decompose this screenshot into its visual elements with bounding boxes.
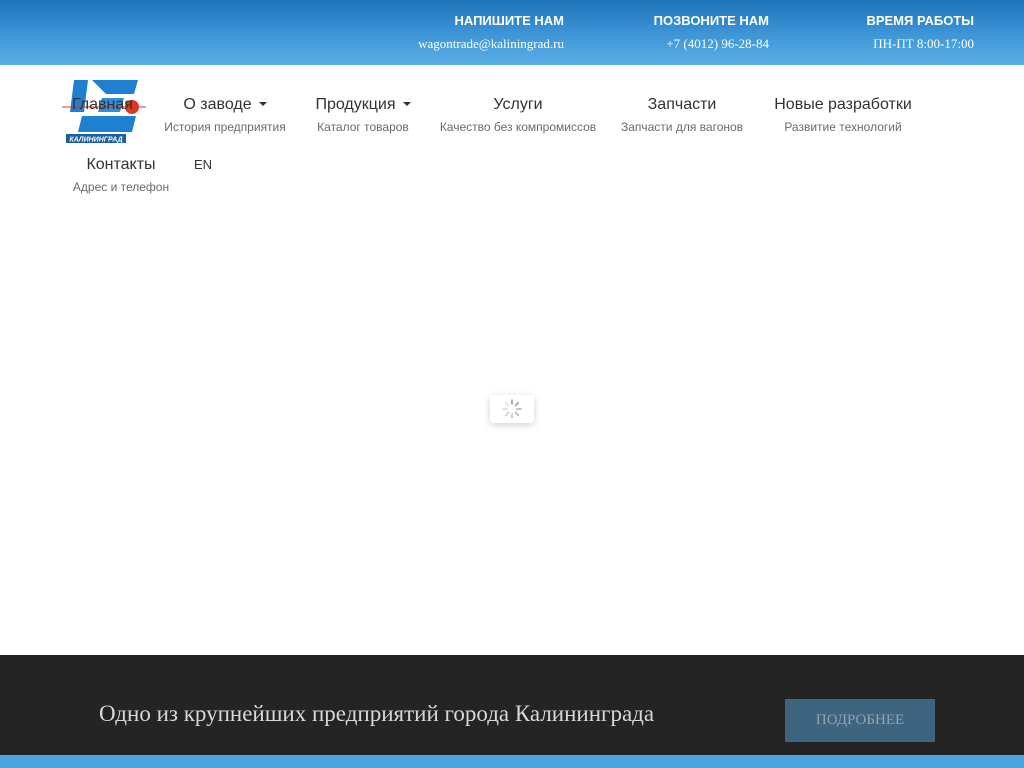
- caret-down-icon: [258, 101, 267, 106]
- nav-parts-sub: Запчасти для вагонов: [620, 120, 744, 134]
- contact-hours: ВРЕМЯ РАБОТЫ ПН-ПТ 8:00-17:00: [866, 13, 974, 52]
- nav-about-sub: История предприятия: [164, 120, 286, 134]
- nav-new-developments[interactable]: Новые разработки Развитие технологий: [766, 95, 920, 135]
- nav-contacts-sub: Адрес и телефон: [72, 180, 170, 194]
- loading-spinner: [490, 395, 534, 423]
- nav-products[interactable]: Продукция Каталог товаров: [305, 95, 421, 135]
- nav-services[interactable]: Услуги Качество без компромиссов: [438, 95, 598, 135]
- nav-services-label: Услуги: [493, 96, 543, 113]
- nav-home-label: Главная: [72, 96, 133, 113]
- nav-about[interactable]: О заводе История предприятия: [163, 95, 287, 135]
- contact-phone-link[interactable]: +7 (4012) 96-28-84: [654, 36, 769, 52]
- nav-products-text: Продукция: [315, 96, 396, 113]
- nav-contacts[interactable]: Контакты Адрес и телефон: [70, 155, 172, 195]
- contact-email: НАПИШИТЕ НАМ wagontrade@kaliningrad.ru: [418, 13, 564, 52]
- nav-new-sub: Развитие технологий: [784, 120, 902, 134]
- contact-hours-title: ВРЕМЯ РАБОТЫ: [866, 13, 974, 28]
- promo-banner: Одно из крупнейших предприятий города Ка…: [0, 655, 1024, 768]
- contact-phone: ПОЗВОНИТЕ НАМ +7 (4012) 96-28-84: [654, 13, 769, 52]
- language-switch-en[interactable]: EN: [194, 157, 212, 172]
- banner-text: Одно из крупнейших предприятий города Ка…: [99, 701, 655, 726]
- nav-about-label: О заводе: [163, 95, 287, 115]
- nav-products-sub: Каталог товаров: [317, 120, 409, 134]
- nav-home[interactable]: Главная: [72, 95, 133, 115]
- nav-products-label: Продукция: [305, 95, 421, 115]
- nav-parts-label: Запчасти: [647, 96, 717, 113]
- contact-phone-title: ПОЗВОНИТЕ НАМ: [653, 13, 769, 28]
- logo-text: КАЛИНИНГРАД: [69, 137, 122, 144]
- nav-about-text: О заводе: [183, 96, 252, 113]
- nav-services-sub: Качество без компромиссов: [439, 120, 597, 134]
- spinner-icon: [502, 399, 522, 419]
- more-button[interactable]: ПОДРОБНЕЕ: [785, 699, 935, 742]
- nav-parts[interactable]: Запчасти Запчасти для вагонов: [618, 95, 746, 135]
- top-contact-bar: НАПИШИТЕ НАМ wagontrade@kaliningrad.ru П…: [0, 0, 1024, 65]
- nav-new-label: Новые разработки: [774, 96, 912, 113]
- nav-contacts-label: Контакты: [86, 156, 156, 173]
- contact-email-title: НАПИШИТЕ НАМ: [454, 13, 564, 28]
- bottom-accent-bar: [0, 755, 1024, 768]
- contact-email-link[interactable]: wagontrade@kaliningrad.ru: [418, 36, 564, 52]
- contact-hours-value: ПН-ПТ 8:00-17:00: [873, 36, 974, 51]
- caret-down-icon: [402, 101, 411, 106]
